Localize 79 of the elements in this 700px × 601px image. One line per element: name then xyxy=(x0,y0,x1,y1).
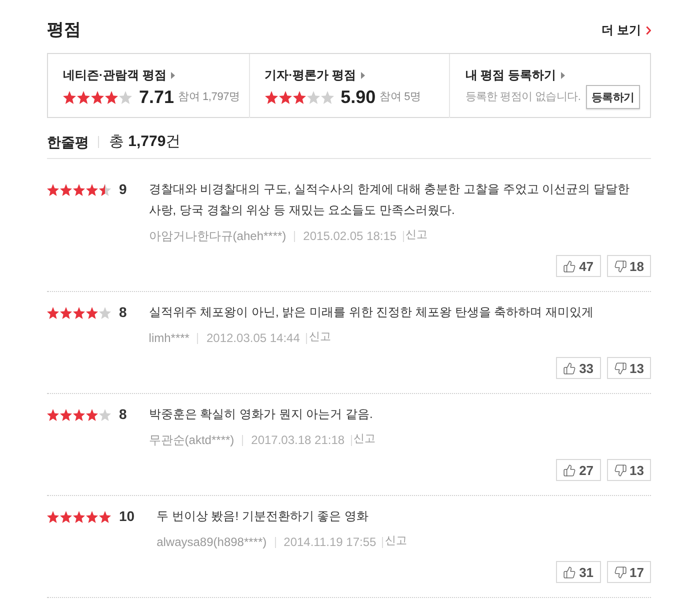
star-icon xyxy=(77,90,90,104)
star-icon xyxy=(99,408,111,420)
star-icon xyxy=(91,90,104,104)
review-score: 8 xyxy=(119,405,127,424)
star-icon xyxy=(63,90,76,104)
star-icon xyxy=(292,90,306,104)
star-icon xyxy=(73,306,85,318)
average-score: 5.90 xyxy=(340,86,376,109)
thumbs-down-icon xyxy=(614,362,627,374)
thumbs-down-icon xyxy=(614,464,627,476)
rating-category-link[interactable]: 네티즌·관람객 평점 xyxy=(63,66,176,84)
like-button[interactable]: 27 xyxy=(556,459,601,481)
star-icon xyxy=(47,408,59,420)
star-icon xyxy=(306,90,320,104)
rating-category-link[interactable]: 기자·평론가 평점 xyxy=(264,66,365,84)
star-icon xyxy=(86,510,98,522)
star-icon xyxy=(60,306,72,318)
review-date: 2017.03.18 21:18 xyxy=(251,432,345,449)
average-score: 7.71 xyxy=(139,86,174,109)
caret-right-icon xyxy=(561,72,565,78)
dislike-button[interactable]: 13 xyxy=(606,459,651,481)
register-rating-link[interactable]: 내 평점 등록하기 xyxy=(465,66,565,84)
star-icon xyxy=(264,90,278,104)
caret-right-icon xyxy=(361,72,365,78)
review-score: 9 xyxy=(119,180,127,199)
star-icon xyxy=(73,184,85,196)
thumbs-up-icon xyxy=(563,464,576,476)
more-link[interactable]: 더 보기 xyxy=(602,21,651,39)
participant-count: 참여 5명 xyxy=(380,90,421,105)
star-icon xyxy=(60,510,72,522)
register-button[interactable]: 등록하기 xyxy=(586,85,640,109)
star-icon xyxy=(47,306,59,318)
star-icon xyxy=(320,90,334,104)
caret-right-icon xyxy=(171,72,176,78)
review-author: 무관순(aktd****) xyxy=(148,432,234,449)
star-icon xyxy=(86,306,98,318)
review-score: 8 xyxy=(119,303,127,322)
review-date: 2012.03.05 14:44 xyxy=(206,330,300,347)
thumbs-up-icon xyxy=(563,566,576,578)
star-icon xyxy=(119,90,132,104)
star-icon xyxy=(73,510,85,522)
comment-total: 총 1,779건 xyxy=(109,132,181,152)
star-icon xyxy=(99,510,111,522)
star-icon xyxy=(73,408,85,420)
thumbs-down-icon xyxy=(614,260,627,272)
review-author: limh**** xyxy=(148,330,190,347)
thumbs-up-icon xyxy=(563,362,576,374)
review-text: 실적위주 체포왕이 아닌, 밝은 미래를 위한 진정한 체포왕 탄생을 축하하며 재미있게 xyxy=(148,304,594,321)
review-author: 아암거나한다규(aheh****) xyxy=(148,228,286,245)
chevron-right-icon xyxy=(646,26,651,34)
review-date: 2014.11.19 17:55 xyxy=(284,534,376,551)
empty-rating-message: 등록한 평점이 없습니다. xyxy=(465,90,581,105)
review-text: 경찰대와 비경찰대의 구도, 실적수사의 한계에 대해 충분한 고찰을 주었고 이선균의 달달한 사랑, 당국 경찰의 위상 등 재밌는 요소들도 만족스러웠다. xyxy=(148,181,630,219)
star-icon xyxy=(60,184,72,196)
like-button[interactable]: 33 xyxy=(556,357,601,379)
dislike-button[interactable]: 17 xyxy=(606,561,651,583)
star-icon xyxy=(47,510,59,522)
participant-count: 참여 1,797명 xyxy=(178,90,240,105)
star-icon xyxy=(86,408,98,420)
dislike-button[interactable]: 18 xyxy=(606,255,651,277)
star-icon xyxy=(99,306,111,318)
like-button[interactable]: 31 xyxy=(556,561,601,583)
like-button[interactable]: 47 xyxy=(556,255,601,277)
review-author: alwaysa89(h898****) xyxy=(156,534,267,551)
section-title: 평점 xyxy=(47,19,81,41)
review-date: 2015.02.05 18:15 xyxy=(303,228,397,245)
review-text: 박중훈은 확실히 영화가 뭔지 아는거 같음. xyxy=(148,406,374,423)
star-icon xyxy=(105,90,118,104)
dislike-button[interactable]: 13 xyxy=(606,357,651,379)
comments-label: 한줄평 xyxy=(47,133,89,152)
review-score: 10 xyxy=(119,507,135,526)
star-icon xyxy=(86,184,98,196)
thumbs-up-icon xyxy=(563,260,576,272)
thumbs-down-icon xyxy=(614,566,627,578)
star-icon xyxy=(47,184,59,196)
star-icon xyxy=(99,184,111,196)
star-icon xyxy=(278,90,292,104)
review-text: 두 번이상 봤음! 기분전환하기 좋은 영화 xyxy=(156,508,370,525)
star-icon xyxy=(60,408,72,420)
